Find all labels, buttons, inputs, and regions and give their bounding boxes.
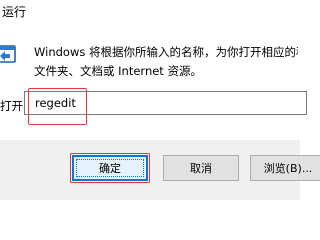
- title-bar: 运行: [0, 0, 300, 22]
- input-highlight-box: [28, 88, 87, 125]
- browse-button[interactable]: 浏览(B)...: [250, 155, 320, 181]
- description-line-2: 文件夹、文档或 Internet 资源。: [34, 64, 202, 78]
- window-title: 运行: [2, 5, 27, 19]
- description: Windows 将根据你所输入的名称，为你打开相应的程序、 文件夹、文档或 In…: [34, 43, 298, 81]
- ok-highlight-box: [70, 153, 150, 183]
- run-dialog-icon: [0, 44, 18, 66]
- description-line-1: Windows 将根据你所输入的名称，为你打开相应的程序、: [34, 45, 298, 59]
- cancel-button[interactable]: 取消: [163, 155, 239, 181]
